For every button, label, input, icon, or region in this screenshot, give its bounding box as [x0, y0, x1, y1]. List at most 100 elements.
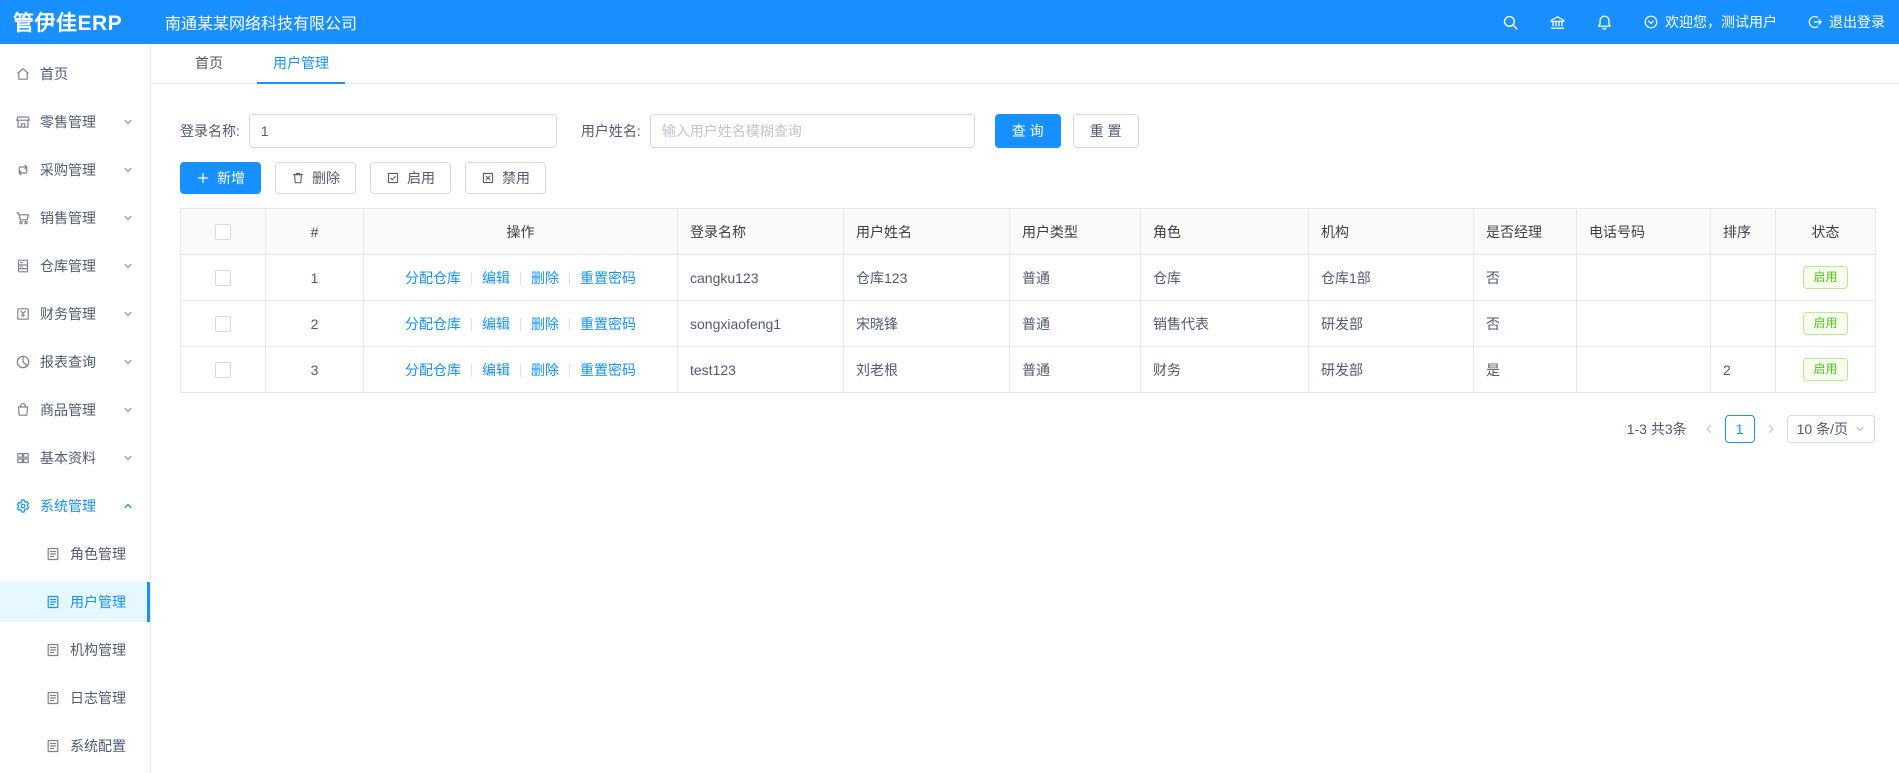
sidebar-item-role-management[interactable]: 角色管理 [0, 534, 150, 574]
grid-icon [15, 450, 31, 466]
reset-password-link[interactable]: 重置密码 [580, 270, 636, 286]
logout-icon [1807, 14, 1823, 30]
gear-icon [15, 498, 31, 514]
sidebar-item-products[interactable]: 商品管理 [0, 390, 150, 430]
cell-actions: 分配仓库 编辑 删除 重置密码 [363, 300, 678, 347]
edit-link[interactable]: 编辑 [482, 316, 510, 332]
sidebar-item-org-management[interactable]: 机构管理 [0, 630, 150, 670]
delete-button[interactable]: 删除 [275, 162, 356, 194]
col-user-type: 用户类型 [1009, 208, 1141, 255]
document-icon [45, 738, 61, 754]
cell-name: 宋晓锋 [843, 300, 1010, 347]
col-user-name: 用户姓名 [843, 208, 1010, 255]
delete-link[interactable]: 删除 [531, 270, 559, 286]
app-logo: 管伊佳ERP [13, 12, 123, 35]
query-button[interactable]: 查 询 [994, 114, 1061, 148]
select-all-checkbox[interactable] [215, 224, 231, 241]
divider [569, 317, 570, 331]
sidebar-item-system-config[interactable]: 系统配置 [0, 726, 150, 766]
tab-home[interactable]: 首页 [179, 44, 239, 84]
top-header: 管伊佳ERP 南通某某网络科技有限公司 欢迎您，测试用户 退出登录 [0, 0, 1899, 44]
row-checkbox[interactable] [215, 362, 231, 379]
disable-button[interactable]: 禁用 [465, 162, 546, 194]
cell-type: 普通 [1009, 346, 1141, 393]
table-row: 2 分配仓库 编辑 删除 重置密码 songxiaofeng1 宋晓锋 普通 销售代表… [180, 300, 1876, 347]
user-menu[interactable]: 欢迎您，测试用户 [1643, 12, 1777, 32]
cell-role: 销售代表 [1140, 300, 1309, 347]
status-badge[interactable]: 启用 [1803, 265, 1848, 290]
document-icon [45, 594, 61, 610]
sidebar-item-warehouse[interactable]: 仓库管理 [0, 246, 150, 286]
enable-button[interactable]: 启用 [370, 162, 451, 194]
trash-icon [292, 172, 304, 184]
status-badge[interactable]: 启用 [1803, 357, 1848, 382]
cell-actions: 分配仓库 编辑 删除 重置密码 [363, 346, 678, 393]
assign-warehouse-link[interactable]: 分配仓库 [405, 270, 461, 286]
cabinet-icon [15, 258, 31, 274]
sidebar-item-retail[interactable]: 零售管理 [0, 102, 150, 142]
page-size-select[interactable]: 10 条/页 [1786, 415, 1875, 443]
delete-link[interactable]: 删除 [531, 362, 559, 378]
cell-actions: 分配仓库 编辑 删除 重置密码 [363, 254, 678, 301]
tab-user-management[interactable]: 用户管理 [257, 44, 345, 84]
cell-name: 仓库123 [843, 254, 1010, 301]
sidebar-item-finance[interactable]: 财务管理 [0, 294, 150, 334]
cell-phone [1576, 300, 1711, 347]
search-icon[interactable] [1502, 14, 1519, 31]
reset-password-link[interactable]: 重置密码 [580, 362, 636, 378]
table-header-row: # 操作 登录名称 用户姓名 用户类型 角色 机构 是否经理 电话号码 排序 状… [180, 208, 1876, 255]
divider [520, 317, 521, 331]
prev-page-icon[interactable] [1703, 423, 1715, 435]
cell-manager: 否 [1473, 300, 1577, 347]
cell-phone [1576, 346, 1711, 393]
add-button[interactable]: 新增 [180, 162, 261, 194]
chevron-down-icon [1855, 424, 1865, 434]
cell-org: 仓库1部 [1308, 254, 1474, 301]
chevron-down-icon [123, 261, 133, 271]
row-checkbox[interactable] [215, 270, 231, 287]
document-icon [45, 642, 61, 658]
sidebar-item-system[interactable]: 系统管理 [0, 486, 150, 526]
sidebar-item-sales[interactable]: 销售管理 [0, 198, 150, 238]
page-number[interactable]: 1 [1724, 415, 1755, 443]
divider [569, 363, 570, 377]
bank-icon[interactable] [1549, 14, 1566, 31]
assign-warehouse-link[interactable]: 分配仓库 [405, 362, 461, 378]
logout-button[interactable]: 退出登录 [1807, 12, 1885, 32]
chevron-up-icon [123, 501, 133, 511]
sidebar-item-basic-data[interactable]: 基本资料 [0, 438, 150, 478]
divider [471, 317, 472, 331]
col-is-manager: 是否经理 [1473, 208, 1577, 255]
assign-warehouse-link[interactable]: 分配仓库 [405, 316, 461, 332]
col-login-name: 登录名称 [677, 208, 844, 255]
cell-login: songxiaofeng1 [677, 300, 844, 347]
divider [520, 271, 521, 285]
sidebar-item-user-management[interactable]: 用户管理 [0, 582, 150, 622]
edit-link[interactable]: 编辑 [482, 270, 510, 286]
next-page-icon[interactable] [1765, 423, 1777, 435]
main-layout: 首页 零售管理 采购管理 销售管理 仓库管理 财务管理 报表查询 商品管理 基本… [0, 44, 1899, 773]
login-name-label: 登录名称: [180, 123, 240, 139]
sidebar-item-purchase[interactable]: 采购管理 [0, 150, 150, 190]
col-index: # [265, 208, 364, 255]
user-name-input[interactable] [649, 114, 975, 148]
sidebar-item-home[interactable]: 首页 [0, 54, 150, 94]
bell-icon[interactable] [1596, 14, 1613, 31]
chevron-down-icon [123, 117, 133, 127]
cell-manager: 是 [1473, 346, 1577, 393]
login-name-input[interactable] [248, 114, 557, 148]
cell-type: 普通 [1009, 254, 1141, 301]
delete-link[interactable]: 删除 [531, 316, 559, 332]
document-icon [45, 546, 61, 562]
sidebar-item-log-management[interactable]: 日志管理 [0, 678, 150, 718]
chevron-down-icon [123, 453, 133, 463]
bag-icon [15, 402, 31, 418]
reset-button[interactable]: 重 置 [1072, 114, 1139, 148]
edit-link[interactable]: 编辑 [482, 362, 510, 378]
cart-icon [15, 210, 31, 226]
reset-password-link[interactable]: 重置密码 [580, 316, 636, 332]
table-row: 3 分配仓库 编辑 删除 重置密码 test123 刘老根 普通 财务 研发部 是 2 [180, 346, 1876, 393]
status-badge[interactable]: 启用 [1803, 311, 1848, 336]
sidebar-item-reports[interactable]: 报表查询 [0, 342, 150, 382]
row-checkbox[interactable] [215, 316, 231, 333]
